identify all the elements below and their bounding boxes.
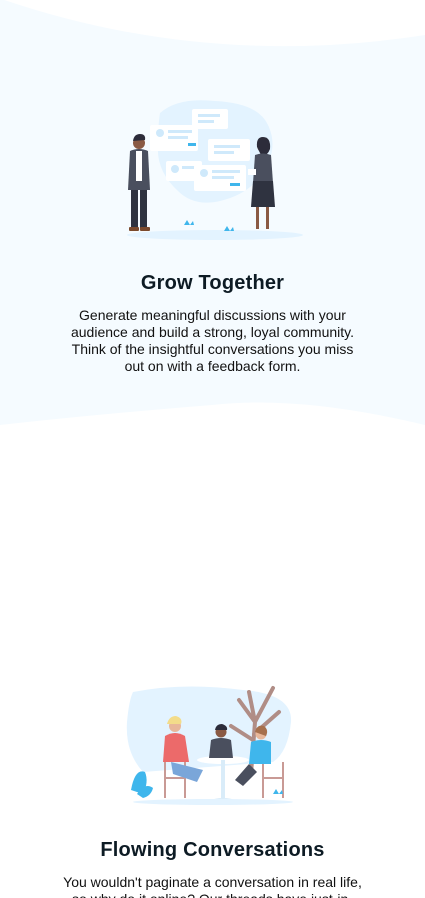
friends-at-table-illustration [126,686,293,805]
people-discussing-illustration [127,100,303,240]
page: Grow Together Generate meaningful discus… [0,0,425,898]
feature-title: Grow Together [140,272,285,294]
feature-grow-together: Grow Together Generate meaningful discus… [0,95,425,375]
feature-title: Flowing Conversations [100,839,325,861]
feature-description: Generate meaningful discussions with you… [70,307,354,374]
feature-flowing-conversations: Flowing Conversations You wouldn't pagin… [0,682,425,898]
feature-description: You wouldn't paginate a conversation in … [63,874,362,898]
